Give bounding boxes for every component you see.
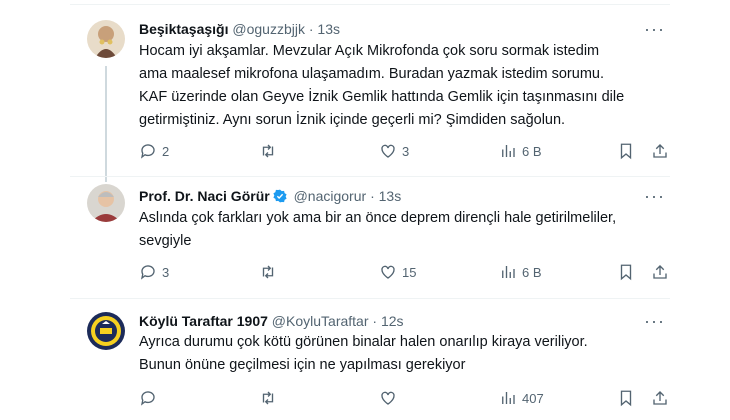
display-name[interactable]: Prof. Dr. Naci Görür bbox=[139, 188, 270, 204]
more-icon[interactable]: ··· bbox=[644, 20, 665, 38]
share-button[interactable] bbox=[651, 263, 669, 281]
user-handle[interactable]: @KoyluTaraftar bbox=[272, 313, 369, 329]
bookmark-icon bbox=[620, 264, 632, 281]
action-bar: 3 15 6 B bbox=[139, 263, 679, 283]
like-count: 15 bbox=[402, 264, 417, 280]
more-icon[interactable]: ··· bbox=[644, 187, 665, 205]
text-line: KAF üzerinde olan Geyve İznik Gemlik hat… bbox=[139, 89, 625, 105]
text-line: ama maalesef mikrofona ulaşamadım. Burad… bbox=[139, 66, 604, 82]
like-button[interactable]: 15 bbox=[379, 263, 416, 281]
views-count: 6 B bbox=[522, 264, 542, 280]
views-button[interactable]: 6 B bbox=[499, 263, 542, 281]
reply-button[interactable]: 2 bbox=[139, 142, 169, 160]
action-bar: 2 3 6 B bbox=[139, 142, 679, 162]
text-line: getirmiştiniz. Aynı sorun İznik içinde g… bbox=[139, 112, 566, 128]
timestamp[interactable]: 12s bbox=[381, 313, 404, 329]
display-name[interactable]: Beşiktaşaşığı bbox=[139, 21, 229, 37]
share-icon bbox=[653, 391, 667, 405]
share-icon bbox=[653, 144, 667, 158]
user-handle[interactable]: @nacigorur bbox=[294, 188, 367, 204]
tweet-header: Prof. Dr. Naci Görür @nacigorur · 13s bbox=[139, 187, 401, 205]
bookmark-icon bbox=[620, 143, 632, 160]
tweet-text: Hocam iyi akşamlar. Mevzular Açık Mikrof… bbox=[139, 40, 659, 132]
like-icon bbox=[381, 144, 395, 158]
views-count: 6 B bbox=[522, 143, 542, 159]
retweet-button[interactable] bbox=[259, 389, 282, 407]
reply-button[interactable] bbox=[139, 389, 162, 407]
views-button[interactable]: 6 B bbox=[499, 142, 542, 160]
views-icon bbox=[502, 145, 515, 157]
retweet-icon bbox=[262, 265, 274, 279]
retweet-button[interactable] bbox=[259, 142, 282, 160]
views-count: 407 bbox=[522, 390, 544, 406]
views-icon bbox=[502, 392, 515, 404]
tweet-text: Ayrıca durumu çok kötü görünen binalar h… bbox=[139, 331, 659, 377]
avatar[interactable] bbox=[87, 312, 125, 350]
like-button[interactable] bbox=[379, 389, 402, 407]
user-handle[interactable]: @oguzzbjjk bbox=[232, 21, 305, 37]
separator-dot: · bbox=[372, 313, 378, 329]
views-icon bbox=[502, 266, 515, 278]
bookmark-icon bbox=[620, 390, 632, 407]
tweet-header: Köylü Taraftar 1907 @KoyluTaraftar · 12s bbox=[139, 312, 404, 330]
like-count: 3 bbox=[402, 143, 410, 159]
views-button[interactable]: 407 bbox=[499, 389, 544, 407]
retweet-icon bbox=[262, 144, 274, 158]
action-bar: 407 bbox=[139, 389, 679, 409]
more-icon[interactable]: ··· bbox=[644, 312, 665, 330]
reply-button[interactable]: 3 bbox=[139, 263, 169, 281]
text-line: sevgiyle bbox=[139, 233, 192, 249]
tweet-text: Aslında çok farkları yok ama bir an önce… bbox=[139, 207, 659, 253]
like-icon bbox=[381, 265, 395, 279]
tweet-header: Beşiktaşaşığı @oguzzbjjk · 13s bbox=[139, 20, 340, 38]
text-line: Ayrıca durumu çok kötü görünen binalar h… bbox=[139, 334, 588, 350]
bookmark-button[interactable] bbox=[617, 389, 635, 407]
reply-icon bbox=[140, 265, 155, 280]
bookmark-button[interactable] bbox=[617, 142, 635, 160]
like-icon bbox=[381, 391, 395, 405]
reply-icon bbox=[140, 391, 155, 406]
separator-dot: · bbox=[308, 21, 314, 37]
reply-count: 2 bbox=[162, 143, 170, 159]
divider bbox=[70, 298, 670, 299]
text-line: Aslında çok farkları yok ama bir an önce… bbox=[139, 210, 617, 226]
like-button[interactable]: 3 bbox=[379, 142, 409, 160]
divider bbox=[70, 176, 670, 177]
reply-count: 3 bbox=[162, 264, 170, 280]
verified-badge-icon bbox=[273, 189, 287, 203]
share-button[interactable] bbox=[651, 389, 669, 407]
timestamp[interactable]: 13s bbox=[379, 188, 402, 204]
divider bbox=[70, 4, 670, 5]
avatar[interactable] bbox=[87, 184, 125, 222]
reply-icon bbox=[140, 144, 155, 159]
share-button[interactable] bbox=[651, 142, 669, 160]
thread-line bbox=[105, 66, 107, 182]
retweet-icon bbox=[262, 391, 274, 405]
display-name[interactable]: Köylü Taraftar 1907 bbox=[139, 313, 268, 329]
text-line: Bunun önüne geçilmesi için ne yapılması … bbox=[139, 357, 466, 373]
retweet-button[interactable] bbox=[259, 263, 282, 281]
avatar[interactable] bbox=[87, 20, 125, 58]
separator-dot: · bbox=[370, 188, 375, 204]
timestamp[interactable]: 13s bbox=[317, 21, 340, 37]
share-icon bbox=[653, 265, 667, 279]
text-line: Hocam iyi akşamlar. Mevzular Açık Mikrof… bbox=[139, 43, 600, 59]
bookmark-button[interactable] bbox=[617, 263, 635, 281]
